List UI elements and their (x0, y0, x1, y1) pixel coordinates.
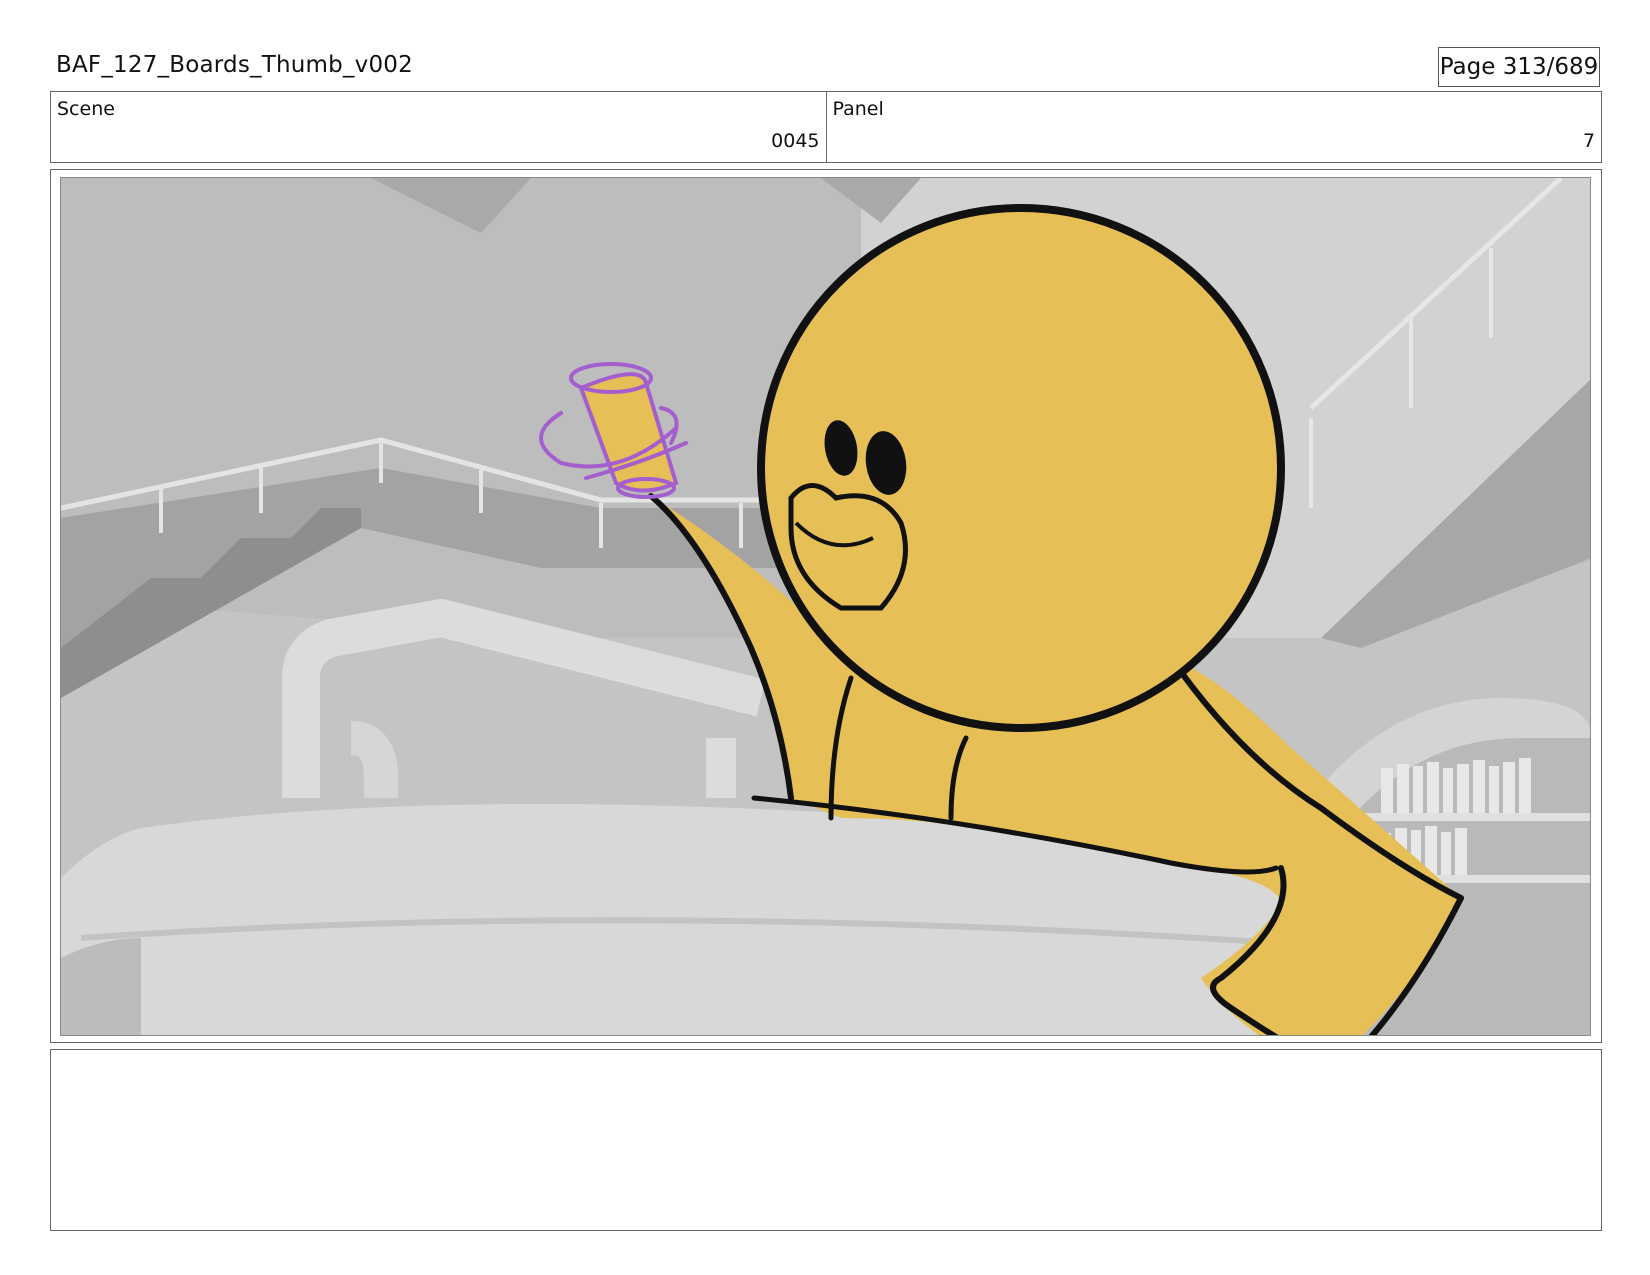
panel-cell: Panel 7 (825, 92, 1602, 162)
scene-cell: Scene 0045 (51, 92, 826, 162)
scene-number: 0045 (771, 130, 820, 152)
storyboard-panel-image (60, 177, 1591, 1036)
notes-area (50, 1049, 1602, 1231)
panel-number: 7 (1582, 130, 1595, 152)
storyboard-drawing (61, 178, 1590, 1035)
scene-label: Scene (57, 98, 115, 120)
page-number-box: Page 313/689 (1438, 47, 1600, 87)
scene-panel-info-row: Scene 0045 Panel 7 (50, 91, 1602, 163)
document-title: BAF_127_Boards_Thumb_v002 (56, 52, 413, 78)
panel-label: Panel (832, 98, 884, 120)
